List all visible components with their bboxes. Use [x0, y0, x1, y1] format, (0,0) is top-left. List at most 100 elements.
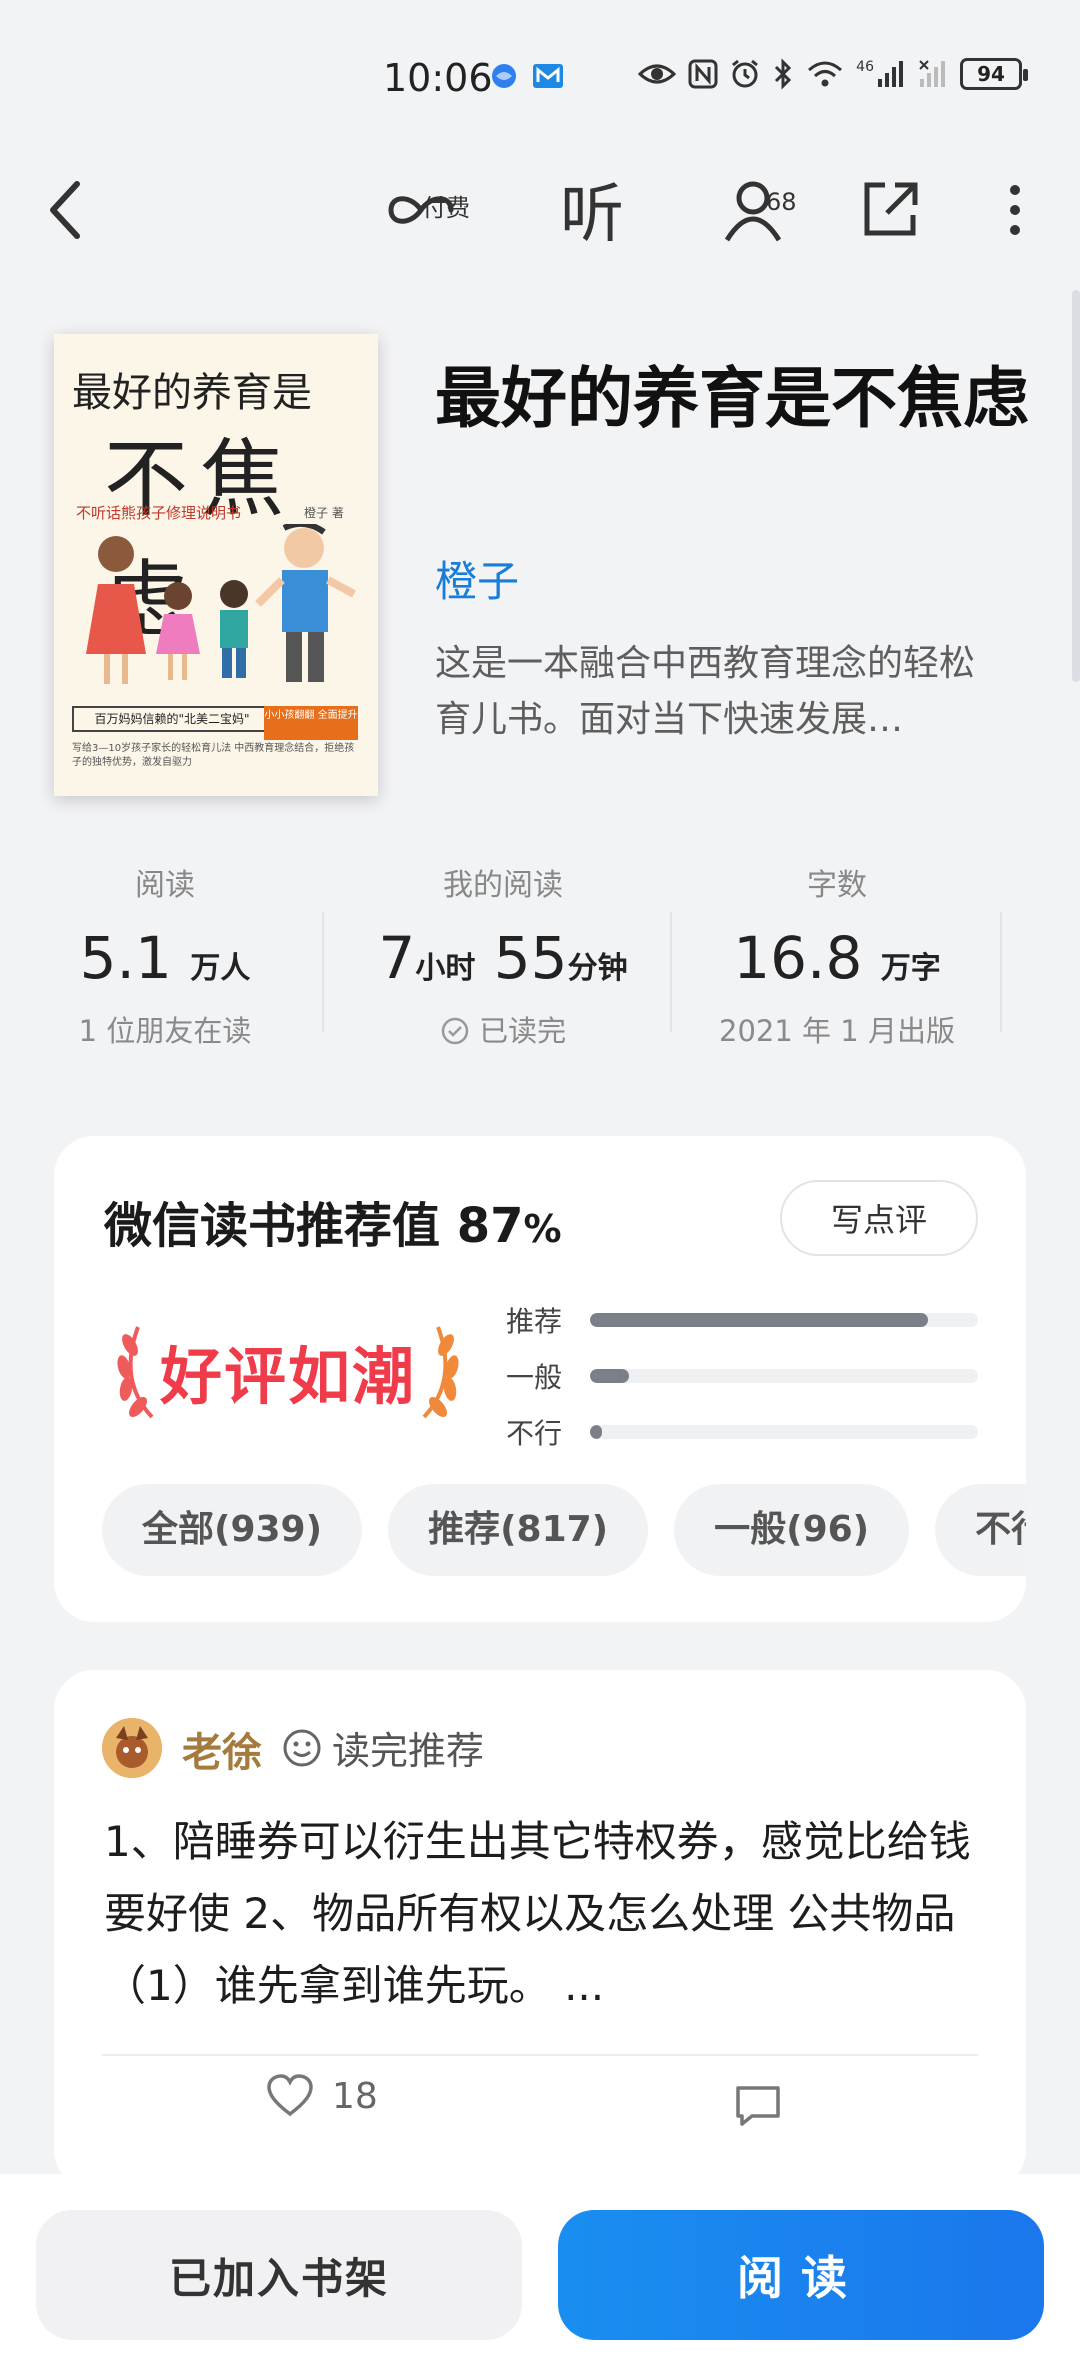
- stat-my-reading-label: 我的阅读: [443, 868, 563, 903]
- recommend-value: 87: [456, 1198, 524, 1254]
- rating-label: 不行: [506, 1417, 563, 1450]
- review-card[interactable]: 老徐 读完推荐 1、陪睡券可以衍生出其它特权券，感觉比给钱要好使 2、物品所有权…: [54, 1670, 1026, 2190]
- stat-minutes: 55: [493, 924, 568, 992]
- cover-banner: 百万妈妈信赖的"北美二宝妈": [72, 706, 272, 732]
- stat-words-label: 字数: [807, 868, 867, 903]
- review-actions: 18: [54, 2074, 1026, 2164]
- bottom-action-bar: 已加入书架 阅读: [0, 2174, 1080, 2376]
- share-icon: [864, 182, 918, 236]
- stat-reads[interactable]: 阅读 5.1 万人 1 位朋友在读: [0, 860, 330, 1050]
- status-app-icons: [490, 62, 564, 90]
- cover-fine-print: 写给3—10岁孩子家长的轻松育儿法 中西教育理念结合，拒绝孩子的独特优势，激发自…: [72, 743, 355, 768]
- book-stats: 阅读 5.1 万人 1 位朋友在读 我的阅读 7小时 55分钟 已读完 字数 1…: [0, 860, 1080, 1060]
- wifi-icon: [808, 61, 843, 87]
- review-body[interactable]: 1、陪睡券可以衍生出其它特权券，感觉比给钱要好使 2、物品所有权以及怎么处理 公…: [104, 1806, 984, 2022]
- like-button[interactable]: 18: [266, 2074, 378, 2118]
- battery-icon: 94: [960, 58, 1028, 90]
- back-button[interactable]: [30, 170, 100, 250]
- rating-track: [590, 1425, 978, 1439]
- more-vertical-icon: [1010, 185, 1020, 235]
- stat-words-number: 16.8: [733, 924, 863, 992]
- readers-button[interactable]: 68: [700, 170, 810, 250]
- chip-neutral[interactable]: 一般(96): [674, 1484, 910, 1576]
- cover-author: 橙子 著: [304, 506, 344, 520]
- comment-icon: [736, 2086, 780, 2126]
- chevron-left-icon: [50, 181, 80, 239]
- signal-icon: [878, 61, 903, 87]
- paid-listen-button[interactable]: 付费: [366, 170, 476, 250]
- book-author-link[interactable]: 橙子: [435, 548, 519, 609]
- chip-recommend[interactable]: 推荐(817): [388, 1484, 649, 1576]
- rating-row-bad: 不行: [506, 1404, 978, 1460]
- book-title: 最好的养育是不焦虑: [435, 360, 1029, 437]
- scrollbar[interactable]: [1072, 290, 1080, 682]
- stat-my-reading[interactable]: 我的阅读 7小时 55分钟 已读完: [333, 860, 673, 1050]
- like-count: 18: [332, 2075, 378, 2117]
- reviewer-name[interactable]: 老徐: [182, 1720, 262, 1778]
- browser-icon: [492, 64, 516, 88]
- stat-my-reading-foot: 已读完: [333, 1008, 673, 1050]
- review-filter-chips: 全部(939) 推荐(817) 一般(96) 不行: [102, 1484, 1026, 1584]
- stat-words[interactable]: 字数 16.8 万字 2021 年 1 月出版: [672, 860, 1002, 1050]
- mail-icon: [533, 64, 563, 88]
- rating-fill: [590, 1425, 602, 1439]
- heart-icon: [267, 2074, 313, 2117]
- stat-reads-value: 5.1 万人: [0, 924, 330, 994]
- rating-fill: [590, 1313, 928, 1327]
- stat-divider: [322, 912, 324, 1032]
- cover-illustration: [86, 524, 356, 684]
- share-button[interactable]: [850, 170, 930, 250]
- bluetooth-icon: [775, 58, 792, 90]
- alarm-icon: [732, 59, 759, 88]
- recommend-label: 微信读书推荐值: [104, 1198, 441, 1254]
- stat-words-foot: 2021 年 1 月出版: [719, 1014, 955, 1048]
- stat-reads-number: 5.1: [79, 924, 172, 992]
- more-button[interactable]: [990, 170, 1040, 250]
- cover-title-line1: 最好的养育是: [72, 370, 312, 416]
- rating-row-recommend: 推荐: [506, 1292, 978, 1348]
- book-description[interactable]: 这是一本融合中西教育理念的轻松育儿书。面对当下快速发展…: [435, 636, 1005, 748]
- rating-track: [590, 1313, 978, 1327]
- write-review-button[interactable]: 写点评: [780, 1180, 978, 1256]
- status-bar: 10:06 46 94: [0, 0, 1080, 150]
- cover-badge: 小小孩翻翻 全面提升: [264, 706, 358, 740]
- status-time: 10:06: [383, 56, 493, 100]
- avatar[interactable]: [102, 1718, 162, 1778]
- stat-reads-unit: 万人: [190, 951, 251, 986]
- finished-label: 已读完: [479, 1014, 567, 1048]
- recommend-card: 微信读书推荐值 87% 写点评 好评如潮 推荐 一般 不行 全部(939) 推荐(…: [54, 1136, 1026, 1622]
- book-cover[interactable]: 最好的养育是 不焦虑 不听话熊孩子修理说明书 橙子 著 百万妈妈信赖的"北美二宝…: [54, 334, 378, 796]
- stat-my-reading-value: 7小时 55分钟: [333, 924, 673, 994]
- praise-badge: 好评如潮: [98, 1316, 478, 1426]
- stat-hours-unit: 小时: [415, 951, 476, 986]
- laurel-right-icon: [422, 1326, 459, 1419]
- rating-fill: [590, 1369, 629, 1383]
- praise-badge-text: 好评如潮: [159, 1340, 416, 1413]
- comment-button[interactable]: [734, 2084, 782, 2132]
- chip-bad[interactable]: 不行: [935, 1484, 1026, 1576]
- stat-reads-foot: 1 位朋友在读: [78, 1014, 252, 1048]
- laurel-left-icon: [117, 1326, 154, 1419]
- bookshelf-button[interactable]: 已加入书架: [36, 2210, 522, 2340]
- avatar-image: [102, 1718, 162, 1778]
- review-tag-label: 读完推荐: [332, 1729, 485, 1773]
- signal-no-sim-icon: [919, 60, 945, 87]
- stat-words-unit: 万字: [880, 951, 941, 986]
- rating-row-neutral: 一般: [506, 1348, 978, 1404]
- review-tag: 读完推荐: [282, 1720, 484, 1775]
- stat-words-value: 16.8 万字: [672, 924, 1002, 994]
- network-label: 46: [856, 59, 874, 75]
- stat-reads-label: 阅读: [135, 868, 195, 903]
- paid-label: 付费: [422, 194, 470, 222]
- rating-label: 推荐: [506, 1305, 563, 1338]
- stat-divider: [1000, 912, 1002, 1032]
- read-button[interactable]: 阅读: [558, 2210, 1044, 2340]
- stat-minutes-unit: 分钟: [567, 951, 628, 986]
- listen-button[interactable]: 听: [552, 164, 632, 254]
- check-circle-icon: [441, 1017, 469, 1045]
- rating-label: 一般: [506, 1361, 563, 1394]
- cover-subtitle: 不听话熊孩子修理说明书: [76, 504, 242, 522]
- chip-all[interactable]: 全部(939): [102, 1484, 363, 1576]
- recommend-title: 微信读书推荐值 87%: [104, 1186, 562, 1256]
- status-system-icons: 46 94: [638, 58, 1028, 90]
